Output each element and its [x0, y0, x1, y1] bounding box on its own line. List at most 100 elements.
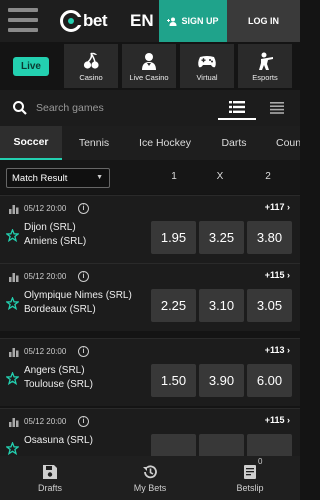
odds-away-button[interactable]: 6.00 [247, 364, 292, 397]
save-icon [43, 464, 57, 479]
list-icon [229, 101, 245, 113]
odds-draw-button[interactable]: 3.90 [199, 364, 244, 397]
add-user-icon [167, 17, 177, 26]
stats-icon[interactable] [9, 418, 19, 427]
odds-away-button[interactable]: 3.05 [247, 289, 292, 322]
event-date: 05/12 20:00 [24, 204, 67, 213]
language-selector[interactable]: EN [130, 11, 154, 31]
odds-draw-button[interactable]: 3.10 [199, 289, 244, 322]
event-date: 05/12 20:00 [24, 417, 67, 426]
cherries-icon [83, 52, 99, 69]
category-label: Live Casino [129, 72, 169, 82]
tab-ice-hockey[interactable]: Ice Hockey [126, 126, 204, 160]
logo-text: bet [83, 11, 108, 30]
category-esports[interactable]: Esports [238, 44, 292, 88]
bottom-nav: Drafts My Bets Betslip 0 [0, 456, 300, 500]
live-button[interactable]: Live [12, 56, 49, 76]
soldier-icon [259, 52, 273, 70]
event-row[interactable]: 05/12 20:00 i +115 › Olympique Nimes (SR… [0, 263, 300, 331]
menu-icon[interactable] [8, 8, 38, 34]
star-icon[interactable] [6, 229, 19, 242]
stats-icon[interactable] [9, 205, 19, 214]
more-markets-count: +117 [264, 202, 285, 212]
category-label: Casino [79, 72, 103, 82]
market-select[interactable]: Match Result ▼ [6, 168, 110, 188]
chevron-down-icon: ▼ [96, 174, 103, 181]
odds-away-button[interactable] [247, 434, 292, 456]
dealer-icon [142, 52, 156, 70]
search-input[interactable] [36, 97, 186, 119]
tab-darts[interactable]: Darts [204, 126, 264, 160]
star-icon[interactable] [6, 442, 19, 455]
category-row: Live Casino Live Casino Virtual Esports [0, 42, 300, 90]
event-date: 05/12 20:00 [24, 272, 67, 281]
more-markets-link[interactable]: +113 › [265, 345, 290, 355]
list-view-toggle[interactable] [218, 96, 256, 120]
betslip-count-badge: 0 [258, 457, 263, 466]
tab-countries[interactable]: Coun [264, 126, 300, 160]
event-row[interactable]: 05/12 20:00 i +113 › Angers (SRL) Toulou… [0, 338, 300, 406]
signup-button[interactable]: SIGN UP [159, 0, 227, 42]
nav-betslip[interactable]: Betslip 0 [200, 456, 300, 500]
column-header-draw: X [216, 171, 224, 182]
star-icon[interactable] [6, 297, 19, 310]
market-select-value: Match Result [12, 172, 68, 184]
compact-view-toggle[interactable] [258, 96, 296, 120]
star-icon[interactable] [6, 372, 19, 385]
stats-icon[interactable] [9, 348, 19, 357]
event-row[interactable]: 05/12 20:00 i +117 › Dijon (SRL) Amiens … [0, 195, 300, 263]
info-icon[interactable]: i [78, 271, 89, 282]
search-icon [13, 101, 27, 115]
search-row [0, 90, 300, 126]
login-label: LOG IN [248, 16, 279, 26]
home-team: Angers (SRL) [24, 365, 85, 376]
tab-soccer[interactable]: Soccer [0, 126, 62, 160]
more-markets-count: +113 [264, 345, 285, 355]
event-row[interactable]: 05/12 20:00 i +115 › Osasuna (SRL) [0, 408, 300, 456]
signup-label: SIGN UP [181, 16, 219, 26]
category-label: Virtual [196, 72, 218, 82]
logo[interactable]: bet [60, 8, 108, 34]
away-team: Toulouse (SRL) [24, 379, 93, 390]
nav-my-bets[interactable]: My Bets [100, 456, 200, 500]
odds-home-button[interactable]: 1.50 [151, 364, 196, 397]
home-team: Olympique Nimes (SRL) [24, 290, 132, 301]
odds-away-button[interactable]: 3.80 [247, 221, 292, 254]
category-live-casino[interactable]: Live Casino [122, 44, 176, 88]
more-markets-count: +115 [264, 415, 285, 425]
category-casino[interactable]: Casino [64, 44, 118, 88]
column-header-away: 2 [265, 171, 271, 182]
info-icon[interactable]: i [78, 346, 89, 357]
nav-label: Drafts [37, 482, 62, 493]
live-tab[interactable]: Live [0, 44, 62, 88]
category-virtual[interactable]: Virtual [180, 44, 234, 88]
ticket-icon [244, 464, 256, 479]
odds-draw-button[interactable]: 3.25 [199, 221, 244, 254]
login-button[interactable]: LOG IN [227, 0, 300, 42]
nav-drafts[interactable]: Drafts [0, 456, 100, 500]
odds-home-button[interactable]: 2.25 [151, 289, 196, 322]
info-icon[interactable]: i [78, 203, 89, 214]
home-team: Osasuna (SRL) [24, 435, 93, 446]
more-markets-count: +115 [264, 270, 285, 280]
odds-home-button[interactable]: 1.95 [151, 221, 196, 254]
top-bar: bet EN SIGN UP LOG IN [0, 0, 300, 42]
stats-icon[interactable] [9, 273, 19, 282]
home-team: Dijon (SRL) [24, 222, 76, 233]
nav-label: My Bets [133, 482, 167, 493]
odds-draw-button[interactable] [199, 434, 244, 456]
nav-label: Betslip [236, 482, 264, 493]
category-label: Esports [252, 72, 278, 82]
logo-mark [60, 10, 84, 32]
odds-home-button[interactable] [151, 434, 196, 456]
more-markets-link[interactable]: +115 › [265, 270, 290, 280]
info-icon[interactable]: i [78, 416, 89, 427]
compact-list-icon [270, 102, 284, 114]
more-markets-link[interactable]: +115 › [265, 415, 290, 425]
tab-tennis[interactable]: Tennis [62, 126, 126, 160]
column-header-home: 1 [171, 171, 177, 182]
gamepad-icon [198, 55, 216, 67]
more-markets-link[interactable]: +117 › [265, 202, 290, 212]
away-team: Bordeaux (SRL) [24, 304, 96, 315]
away-team: Amiens (SRL) [24, 236, 87, 247]
